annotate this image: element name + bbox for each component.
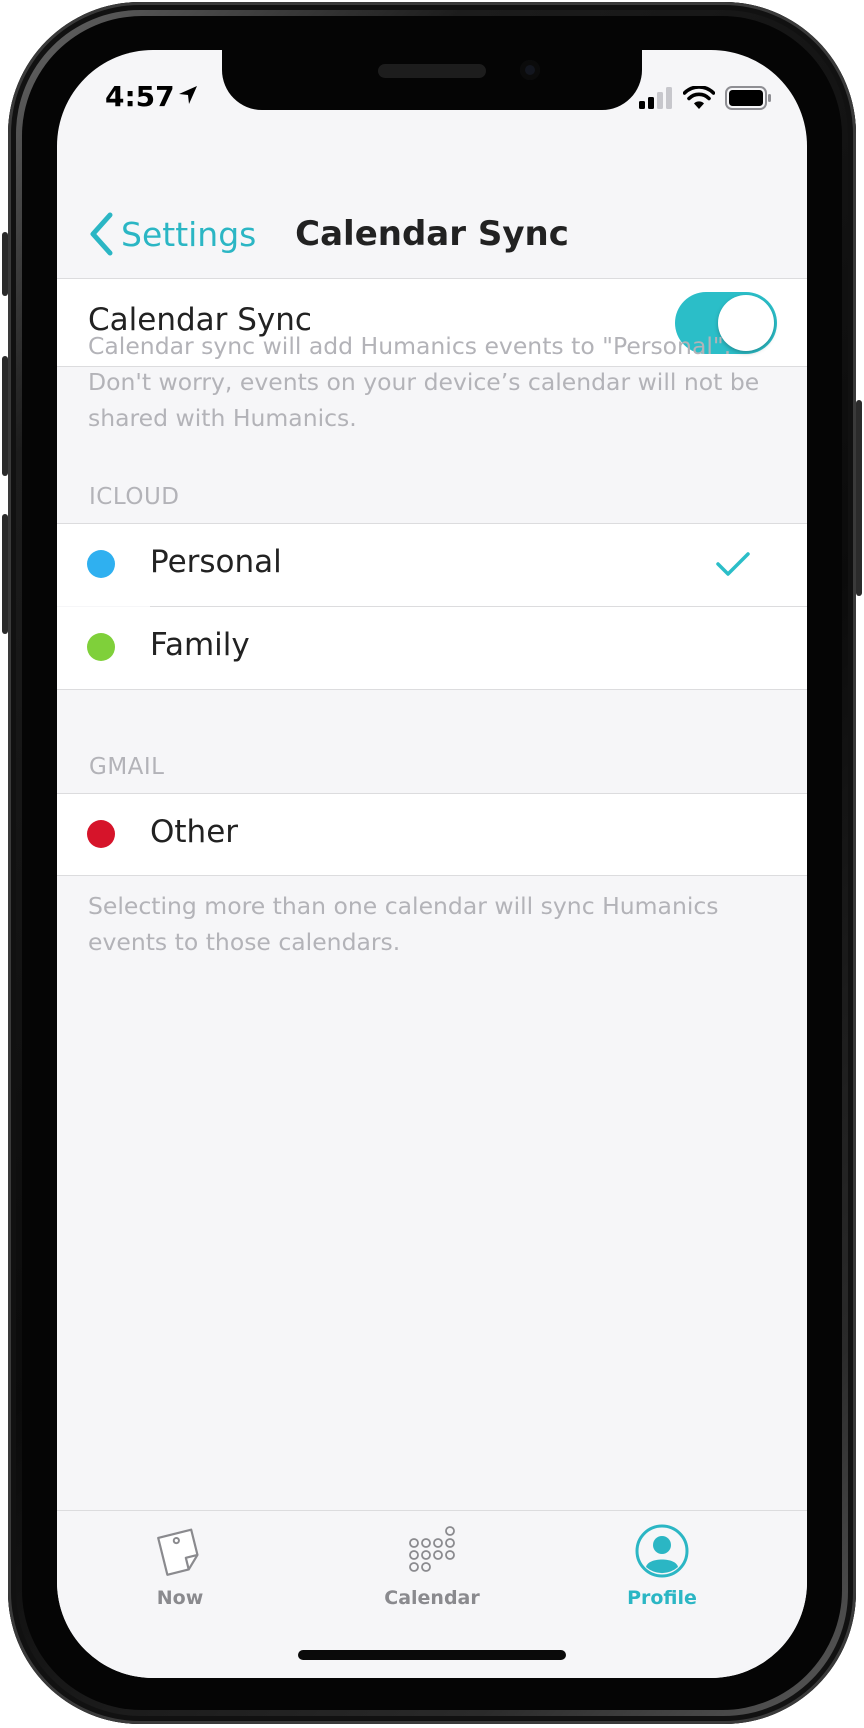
calendar-row-family[interactable]: Family: [57, 607, 807, 689]
cellular-signal-icon: [639, 87, 672, 109]
navigation-bar: Settings Calendar Sync: [57, 160, 807, 279]
battery-icon: [725, 86, 771, 110]
sync-description: Calendar sync will add Humanics events t…: [88, 332, 760, 432]
status-time: 4:57: [105, 80, 175, 113]
power-button: [856, 400, 862, 596]
volume-down-button: [2, 514, 8, 634]
calendar-color-dot: [87, 550, 115, 578]
location-arrow-icon: [179, 86, 197, 104]
tab-profile[interactable]: Profile: [582, 1523, 742, 1609]
calendar-row-other[interactable]: Other: [57, 794, 807, 875]
silent-switch: [2, 232, 8, 296]
calendar-color-dot: [87, 633, 115, 661]
profile-icon: [635, 1524, 689, 1578]
tab-profile-label: Profile: [627, 1587, 697, 1609]
status-icons: [639, 86, 771, 110]
wifi-icon: [683, 86, 715, 109]
checkmark-icon: [716, 552, 750, 576]
section-header-gmail: GMAIL: [89, 754, 165, 780]
calendar-label-personal: Personal: [150, 544, 282, 580]
tab-calendar[interactable]: Calendar: [352, 1523, 512, 1609]
tab-calendar-label: Calendar: [384, 1587, 480, 1609]
home-indicator[interactable]: [298, 1650, 566, 1660]
section-header-icloud: ICLOUD: [89, 484, 180, 510]
page-title: Calendar Sync: [295, 214, 569, 254]
dots-grid-icon: [409, 1526, 455, 1572]
tab-now[interactable]: Now: [100, 1523, 260, 1609]
screen: 4:57 Settings Calendar Sync Calendar Syn…: [57, 50, 807, 1678]
note-icon: [157, 1528, 199, 1576]
divider: [57, 689, 807, 690]
divider: [57, 875, 807, 876]
tab-now-label: Now: [156, 1587, 204, 1609]
calendar-label-other: Other: [150, 814, 239, 850]
calendar-row-personal[interactable]: Personal: [57, 524, 807, 606]
calendar-label-family: Family: [150, 627, 250, 663]
volume-up-button: [2, 356, 8, 476]
multi-calendar-note: Selecting more than one calendar will sy…: [88, 892, 719, 956]
calendar-color-dot: [87, 820, 115, 848]
front-camera: [520, 60, 540, 80]
notch: [222, 50, 642, 110]
earpiece-speaker: [378, 64, 486, 78]
